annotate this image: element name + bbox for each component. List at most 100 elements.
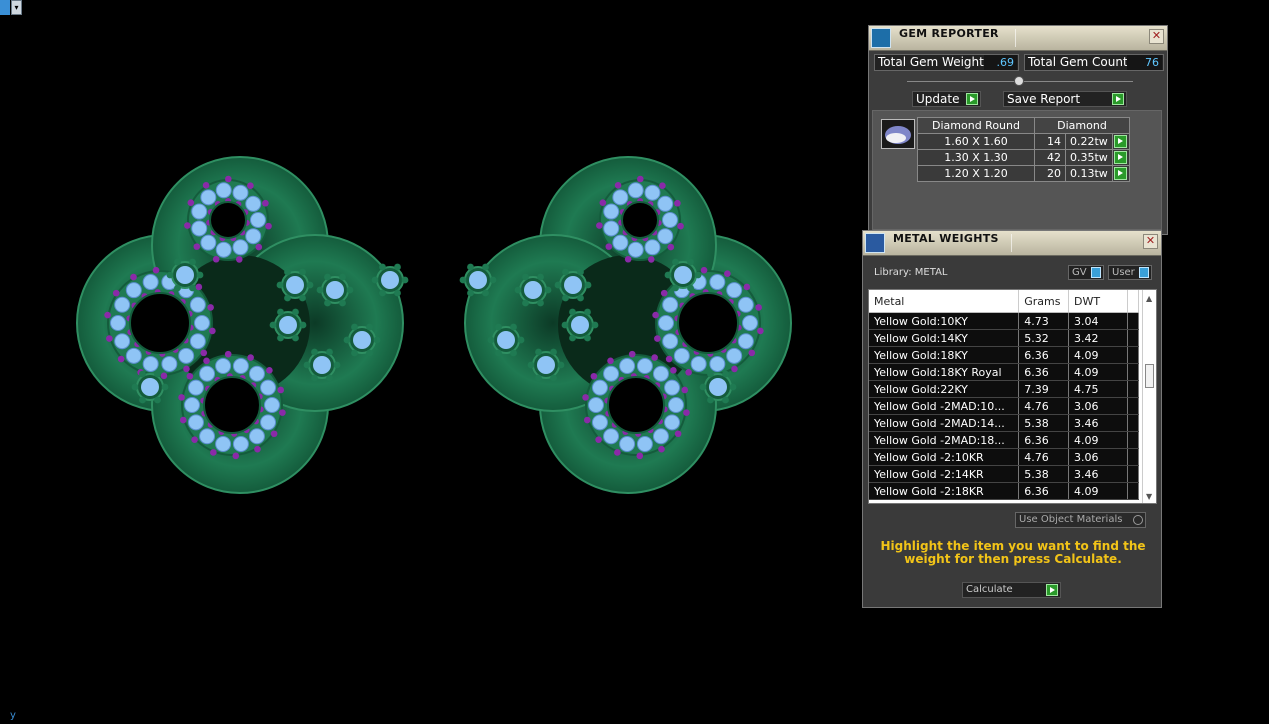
metal-list-scrollbar[interactable]: ▲ ▼ bbox=[1142, 290, 1156, 503]
scroll-up-icon[interactable]: ▲ bbox=[1146, 294, 1152, 303]
panel-splitter-handle[interactable] bbox=[1014, 76, 1024, 86]
diamond bbox=[636, 435, 653, 452]
diamond bbox=[200, 189, 217, 206]
prong bbox=[647, 256, 655, 263]
bead bbox=[664, 271, 672, 279]
dwt-cell: 4.09 bbox=[1068, 346, 1129, 364]
table-row[interactable]: Yellow Gold:14KY 5.32 3.42 bbox=[869, 329, 1139, 347]
diamond bbox=[286, 276, 304, 294]
bead bbox=[527, 361, 535, 369]
instruction-text: Highlight the item you want to find the … bbox=[880, 539, 1146, 566]
bead bbox=[467, 289, 474, 297]
gem-table-row[interactable]: 1.20 X 1.20 20 0.13tw bbox=[917, 165, 1130, 182]
diamond bbox=[652, 365, 669, 382]
prong bbox=[235, 256, 243, 263]
bead bbox=[467, 263, 474, 271]
table-row[interactable]: Yellow Gold -2MAD:18... 6.36 4.09 bbox=[869, 431, 1139, 449]
gem-weight-cell: 0.35tw bbox=[1065, 149, 1113, 166]
diamond bbox=[652, 428, 669, 445]
diamond bbox=[627, 241, 644, 258]
table-row[interactable]: Yellow Gold -2:10KR 4.76 3.06 bbox=[869, 448, 1139, 466]
prong bbox=[277, 386, 285, 394]
prong bbox=[104, 311, 111, 319]
diamond bbox=[189, 333, 206, 350]
gem-row-select-button[interactable] bbox=[1112, 149, 1130, 166]
diamond bbox=[199, 428, 216, 445]
metal-name-cell: Yellow Gold -2MAD:14... bbox=[869, 414, 1020, 432]
table-row[interactable]: Yellow Gold:18KY 6.36 4.09 bbox=[869, 346, 1139, 364]
bead bbox=[694, 271, 702, 279]
bead bbox=[459, 276, 467, 284]
prong bbox=[203, 357, 210, 365]
ring-hole bbox=[621, 201, 659, 239]
bead bbox=[139, 396, 146, 404]
use-object-materials-toggle[interactable]: Use Object Materials bbox=[1015, 512, 1146, 528]
diamond bbox=[571, 316, 589, 334]
bead bbox=[333, 361, 341, 369]
diamond bbox=[232, 184, 249, 201]
model-viewport[interactable] bbox=[0, 0, 860, 724]
diamond bbox=[674, 266, 692, 284]
grams-cell: 4.76 bbox=[1018, 397, 1069, 415]
dwt-cell: 3.46 bbox=[1068, 465, 1129, 483]
diamond bbox=[248, 365, 265, 382]
bead bbox=[316, 286, 324, 294]
gem-reporter-titlebar[interactable]: GEM REPORTER ✕ bbox=[869, 26, 1167, 51]
table-row[interactable]: Yellow Gold:18KY Royal 6.36 4.09 bbox=[869, 363, 1139, 381]
diamond bbox=[603, 365, 620, 382]
empty-cell bbox=[1127, 346, 1139, 364]
table-row[interactable]: Yellow Gold -2:18KR 6.36 4.09 bbox=[869, 482, 1139, 500]
gv-toggle[interactable]: GV bbox=[1068, 265, 1104, 280]
bead bbox=[569, 334, 576, 342]
close-icon[interactable]: ✕ bbox=[1143, 234, 1158, 249]
diamond bbox=[176, 266, 194, 284]
diamond-thumbnail-icon[interactable] bbox=[881, 119, 915, 149]
gem-table-row[interactable]: 1.30 X 1.30 42 0.35tw bbox=[917, 149, 1130, 166]
close-icon[interactable]: ✕ bbox=[1149, 29, 1164, 44]
metal-list[interactable]: Metal Grams DWT Yellow Gold:10KY 4.73 3.04… bbox=[868, 289, 1157, 504]
metal-weights-title: METAL WEIGHTS bbox=[893, 232, 999, 245]
prong bbox=[202, 182, 210, 189]
prong bbox=[247, 182, 254, 189]
use-object-materials-label: Use Object Materials bbox=[1019, 514, 1123, 525]
table-row[interactable]: Yellow Gold -2MAD:14... 5.38 3.46 bbox=[869, 414, 1139, 432]
column-header-dwt[interactable]: DWT bbox=[1068, 290, 1129, 313]
column-header-grams[interactable]: Grams bbox=[1018, 290, 1069, 313]
table-row[interactable]: Yellow Gold:10KY 4.73 3.04 bbox=[869, 312, 1139, 330]
column-header-metal[interactable]: Metal bbox=[869, 290, 1020, 313]
calculate-button[interactable]: Calculate bbox=[962, 582, 1061, 598]
scroll-down-icon[interactable]: ▼ bbox=[1146, 492, 1152, 501]
bead bbox=[139, 370, 146, 378]
diamond bbox=[279, 316, 297, 334]
user-toggle[interactable]: User bbox=[1108, 265, 1152, 280]
prong bbox=[212, 255, 220, 263]
diamond bbox=[200, 234, 217, 251]
diamond bbox=[250, 212, 266, 228]
gem-count-cell: 42 bbox=[1034, 149, 1066, 166]
table-row[interactable]: Yellow Gold -2:14KR 5.38 3.46 bbox=[869, 465, 1139, 483]
gem-table-row[interactable]: 1.60 X 1.60 14 0.22tw bbox=[917, 133, 1130, 150]
scroll-thumb[interactable] bbox=[1145, 364, 1154, 388]
prong bbox=[582, 394, 589, 401]
table-row[interactable]: Yellow Gold -2MAD:10... 4.76 3.06 bbox=[869, 397, 1139, 415]
prong bbox=[700, 266, 708, 274]
bead bbox=[299, 268, 306, 276]
prong bbox=[117, 355, 125, 363]
bead bbox=[339, 273, 346, 281]
bead bbox=[401, 276, 409, 284]
prong bbox=[207, 304, 214, 311]
gem-row-select-button[interactable] bbox=[1112, 165, 1130, 182]
metal-weights-titlebar[interactable]: METAL WEIGHTS ✕ bbox=[863, 231, 1161, 256]
ring-hole bbox=[129, 292, 191, 354]
update-button[interactable]: Update bbox=[912, 91, 981, 107]
table-row[interactable]: Yellow Gold:22KY 7.39 4.75 bbox=[869, 380, 1139, 398]
metal-name-cell: Yellow Gold -2MAD:18... bbox=[869, 431, 1020, 449]
bead bbox=[707, 370, 714, 378]
total-gem-weight-label: Total Gem Weight bbox=[878, 55, 984, 69]
gem-row-select-button[interactable] bbox=[1112, 133, 1130, 150]
bead bbox=[277, 334, 284, 342]
diamond bbox=[142, 355, 159, 372]
save-report-button[interactable]: Save Report bbox=[1003, 91, 1127, 107]
bead bbox=[284, 294, 291, 302]
diamond bbox=[232, 239, 249, 256]
